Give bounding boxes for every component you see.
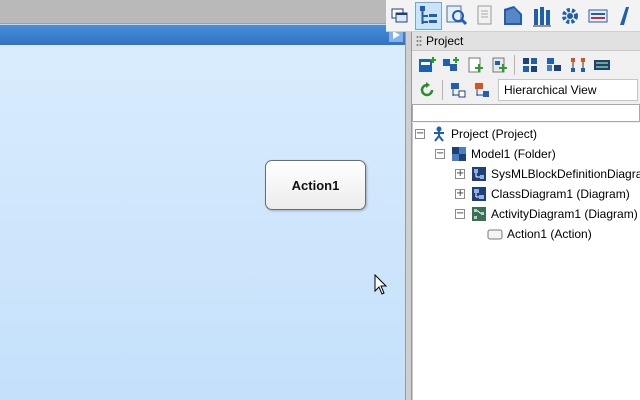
diagram-navigator-icon[interactable] bbox=[500, 2, 526, 30]
tree-row-class-diagram[interactable]: + ClassDiagram1 (Diagram) bbox=[455, 185, 630, 203]
diagram-title-bar bbox=[0, 25, 405, 45]
properties-icon[interactable] bbox=[585, 2, 611, 30]
mouse-cursor-icon bbox=[374, 274, 388, 295]
tree-row-activity-diagram[interactable]: − ActivityDiagram1 (Diagram) bbox=[455, 205, 638, 223]
class-diagram-icon bbox=[471, 186, 487, 202]
grip-icon bbox=[416, 36, 422, 46]
activity-diagram-icon bbox=[471, 206, 487, 222]
project-tree-icon[interactable] bbox=[415, 1, 442, 30]
window-switch-icon[interactable] bbox=[387, 2, 413, 30]
collapse-all-icon[interactable] bbox=[447, 79, 469, 101]
new-package-icon[interactable] bbox=[440, 54, 462, 76]
folder-model-icon bbox=[451, 146, 467, 162]
action-node[interactable]: Action1 bbox=[265, 160, 366, 210]
refresh-icon[interactable] bbox=[416, 79, 438, 101]
tree-collapse-toggle[interactable]: − bbox=[435, 149, 445, 159]
text-tool-icon[interactable] bbox=[614, 2, 640, 30]
add-element-icon[interactable] bbox=[464, 54, 486, 76]
tree-row-label: Model1 (Folder) bbox=[471, 147, 556, 161]
action-node-label: Action1 bbox=[291, 177, 340, 193]
toolbar-separator bbox=[514, 55, 515, 75]
panel-toolbar-bottom: Hierarchical View bbox=[412, 78, 640, 102]
tree-row-action[interactable]: Action1 (Action) bbox=[487, 225, 592, 243]
search-browser-icon[interactable] bbox=[444, 2, 470, 30]
tree-row-label: Project (Project) bbox=[451, 127, 538, 141]
tree-row-label: ActivityDiagram1 (Diagram) bbox=[491, 207, 638, 221]
tree-row-label: Action1 (Action) bbox=[507, 227, 592, 241]
add-diagram-icon[interactable] bbox=[488, 54, 510, 76]
diagram-canvas[interactable] bbox=[0, 45, 405, 400]
project-icon bbox=[431, 126, 447, 142]
toolbox-icon[interactable] bbox=[529, 2, 555, 30]
tree-expand-toggle[interactable]: + bbox=[455, 189, 465, 199]
toolbar-separator bbox=[442, 80, 443, 100]
tree-row-project[interactable]: − Project (Project) bbox=[415, 125, 537, 143]
tree-row-label: ClassDiagram1 (Diagram) bbox=[491, 187, 630, 201]
panel-toolbar-top bbox=[412, 52, 640, 78]
project-tree: − Project (Project) − Model1 (Folder) + … bbox=[412, 123, 640, 400]
view-mode-select-value: Hierarchical View bbox=[504, 83, 597, 97]
action-icon bbox=[487, 226, 503, 242]
block-diagram-icon bbox=[471, 166, 487, 182]
main-toolbar bbox=[386, 0, 640, 32]
diagram-area: Action1 bbox=[0, 0, 405, 400]
layout-grid-icon[interactable] bbox=[519, 54, 541, 76]
tree-expand-toggle[interactable]: + bbox=[455, 169, 465, 179]
layout-relations-icon[interactable] bbox=[567, 54, 589, 76]
new-model-icon[interactable] bbox=[416, 54, 438, 76]
panel-title: Project bbox=[426, 34, 464, 48]
panel-header: Project bbox=[412, 32, 640, 51]
diagram-top-strip bbox=[0, 0, 405, 24]
tree-row-block-diagram[interactable]: + SysMLBlockDefinitionDiagram1 bbox=[455, 165, 640, 183]
tree-filter-input[interactable] bbox=[412, 104, 640, 122]
settings-gear-icon[interactable] bbox=[557, 2, 583, 30]
panel-splitter[interactable] bbox=[405, 0, 412, 400]
expand-all-icon[interactable] bbox=[471, 79, 493, 101]
layout-table-icon[interactable] bbox=[591, 54, 613, 76]
layout-tree-icon[interactable] bbox=[543, 54, 565, 76]
tree-row-label: SysMLBlockDefinitionDiagram1 bbox=[491, 167, 640, 181]
project-panel: Project Hierarchical View − Project (Pro… bbox=[386, 0, 640, 400]
tree-row-model[interactable]: − Model1 (Folder) bbox=[435, 145, 556, 163]
tree-collapse-toggle[interactable]: − bbox=[415, 129, 425, 139]
view-mode-select[interactable]: Hierarchical View bbox=[498, 79, 638, 101]
tree-collapse-toggle[interactable]: − bbox=[455, 209, 465, 219]
document-icon[interactable] bbox=[472, 2, 498, 30]
